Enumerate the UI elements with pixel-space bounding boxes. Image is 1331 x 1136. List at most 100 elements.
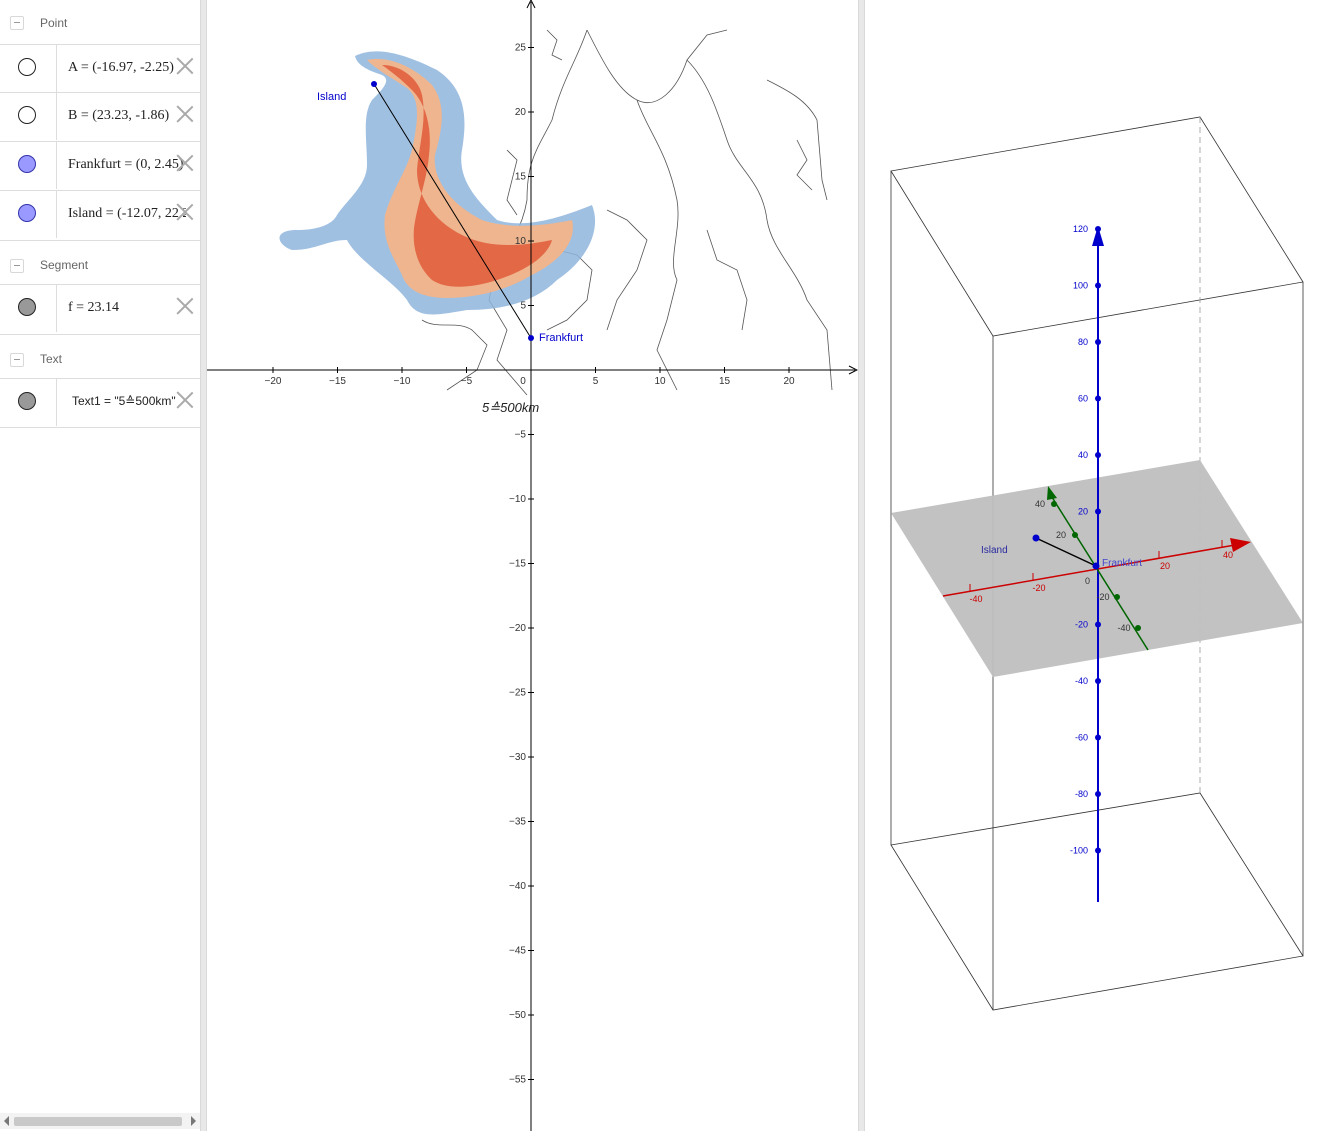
scale-text[interactable]: 5≙500km [482,400,539,415]
z-tick-mark [1095,621,1101,628]
collapse-icon[interactable] [10,16,24,30]
visibility-marble-icon[interactable] [18,106,36,124]
origin-label: 0 [1085,576,1090,586]
x-axis [207,365,859,375]
y-tick-label: −40 [509,881,526,892]
z-tick-label: -20 [1075,620,1088,630]
x-tick-label: −5 [461,376,473,387]
graphics-2d-canvas[interactable]: −20 −15 −10 −5 0 5 10 15 20 252015105−5−10−15−20… [207,0,859,1131]
y-axis-tick-labels: 25 20 15 10 5 −5 −10 −15 −20 −25 −30 −35 −40 −45 −50 −5… [509,43,534,1086]
point-island[interactable] [371,81,377,87]
point-island-label: Island [317,91,346,103]
z-tick-label: -80 [1075,789,1088,799]
marble-cell [0,191,57,238]
y3d-tick-mark [1051,501,1057,507]
view-splitter[interactable] [200,0,207,1131]
delete-icon[interactable] [176,391,194,409]
point-frankfurt[interactable] [528,335,534,341]
algebra-formula[interactable]: Frankfurt = (0, 2.45) [68,157,186,173]
algebra-view: Point A = (-16.97, -2.25) B = (23.23, -1… [0,0,200,1131]
visibility-marble-icon[interactable] [18,392,36,410]
point-island-3d-label: Island [981,545,1008,556]
x-tick-label: 15 [719,376,731,387]
z-tick-label: 20 [1078,507,1088,517]
x-tick-label: 0 [520,376,526,387]
delete-icon[interactable] [176,203,194,221]
group-header-text[interactable]: Text [0,334,200,381]
point-frankfurt-label: Frankfurt [539,332,583,344]
group-header-segment[interactable]: Segment [0,240,200,287]
x3d-tick-label: 20 [1160,561,1170,571]
point-frankfurt-3d[interactable] [1092,562,1100,570]
z-tick-label: 60 [1078,394,1088,404]
z-tick-mark [1095,734,1101,741]
point-frankfurt-3d-label: Frankfurt [1102,558,1142,569]
y3d-tick-label: 40 [1035,499,1045,509]
z-tick-label: -40 [1075,676,1088,686]
group-label: Segment [40,258,89,272]
z-tick-mark [1095,226,1101,232]
algebra-formula[interactable]: f = 23.14 [68,300,186,316]
graphics-3d-canvas[interactable]: 120 100 80 60 40 20 -20 -40 -60 -80 -100 -40 -20 20 4… [865,0,1331,1131]
z-tick-label: 40 [1078,450,1088,460]
x-tick-label: 5 [593,376,599,387]
delete-icon[interactable] [176,297,194,315]
y-tick-label: −50 [509,1010,526,1021]
z-tick-label: -100 [1070,846,1088,856]
graphics-view-3d[interactable]: 120 100 80 60 40 20 -20 -40 -60 -80 -100 -40 -20 20 4… [865,0,1331,1131]
group-label: Point [40,16,68,30]
x-tick-label: −10 [394,376,411,387]
algebra-formula[interactable]: A = (-16.97, -2.25) [68,60,186,76]
z-tick-mark [1095,508,1101,515]
graphics-view-2d[interactable]: −20 −15 −10 −5 0 5 10 15 20 25 20 15 10 5 −5 −10 −15 −20… [207,0,859,1131]
visibility-marble-icon[interactable] [18,298,36,316]
algebra-item-b[interactable]: B = (23.23, -1.86) [0,92,200,140]
algebra-item-frankfurt[interactable]: Frankfurt = (0, 2.45) [0,141,200,189]
view-splitter[interactable] [858,0,865,1131]
visibility-marble-icon[interactable] [18,155,36,173]
x3d-tick-label: -20 [1032,583,1045,593]
delete-icon[interactable] [176,57,194,75]
x-tick-label: 20 [783,376,795,387]
visibility-marble-icon[interactable] [18,58,36,76]
y-tick-label: −30 [509,752,526,763]
y-tick-label: −25 [509,688,526,699]
y-tick-label: 20 [515,107,527,118]
delete-icon[interactable] [176,105,194,123]
delete-icon[interactable] [176,154,194,172]
algebra-item-f[interactable]: f = 23.14 [0,284,200,332]
y3d-tick-mark [1072,532,1078,538]
collapse-icon[interactable] [10,353,24,367]
algebra-item-island[interactable]: Island = (-12.07, 22.2) [0,190,200,238]
y-tick-label: −35 [509,817,526,828]
algebra-formula[interactable]: B = (23.23, -1.86) [68,108,186,124]
y-tick-label: 25 [515,43,527,54]
divider [0,427,200,428]
z-tick-mark [1095,452,1101,458]
y-tick-label: −10 [509,494,526,505]
scroll-left-icon[interactable] [4,1116,9,1126]
algebra-formula[interactable]: Island = (-12.07, 22.2) [68,206,186,222]
y-tick-label: −5 [515,430,527,441]
z-tick-label: 100 [1073,281,1088,291]
group-label: Text [40,352,63,366]
z-tick-mark [1095,847,1101,854]
group-header-point[interactable]: Point [0,0,200,46]
visibility-marble-icon[interactable] [18,204,36,222]
x3d-tick-label: -40 [969,594,982,604]
scroll-thumb[interactable] [14,1117,182,1126]
z-tick-mark [1095,791,1101,797]
algebra-item-a[interactable]: A = (-16.97, -2.25) [0,44,200,92]
horizontal-scrollbar[interactable] [0,1113,200,1129]
y3d-tick-label: -40 [1117,623,1130,633]
z-tick-mark [1095,282,1101,289]
collapse-icon[interactable] [10,259,24,273]
scroll-right-icon[interactable] [191,1116,196,1126]
marble-cell [0,93,57,140]
z-tick-label: -60 [1075,733,1088,743]
x-tick-label: −20 [265,376,282,387]
y-axis [526,0,536,1131]
algebra-formula[interactable]: Text1 = "5≙500km" [72,394,190,408]
algebra-item-text1[interactable]: Text1 = "5≙500km" [0,378,200,426]
point-island-3d[interactable] [1032,534,1040,542]
